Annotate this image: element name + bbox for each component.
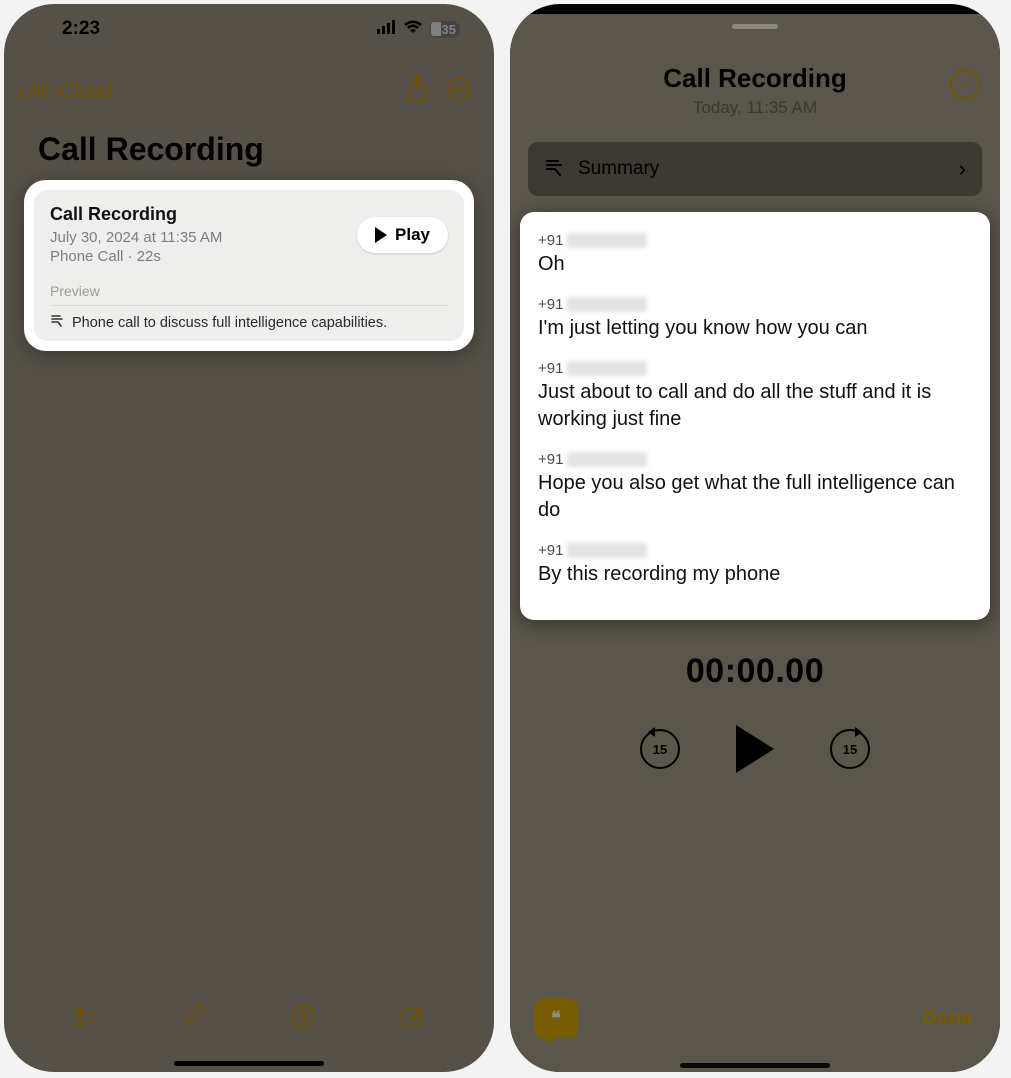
speaker-prefix: +91 <box>538 451 563 468</box>
home-indicator <box>680 1063 830 1068</box>
playback-controls: 15 15 <box>510 725 1000 773</box>
chevron-left-icon: ‹ <box>16 78 25 106</box>
transcript-entry: +91 Oh <box>538 232 972 278</box>
transcript-icon <box>544 157 564 182</box>
back-button[interactable]: ‹ All iCloud <box>16 78 112 106</box>
status-icons: 35 <box>377 18 460 40</box>
transcript-text: Hope you also get what the full intellig… <box>538 470 972 524</box>
transcript-entry: +91 Just about to call and do all the st… <box>538 360 972 433</box>
more-button[interactable]: ⋯ <box>950 69 980 99</box>
sheet-header: Call Recording Today, 11:35 AM ⋯ <box>510 63 1000 118</box>
recording-title: Call Recording <box>50 204 222 225</box>
attachment-icon[interactable] <box>181 1003 209 1036</box>
transcript-text: I'm just letting you know how you can <box>538 315 972 342</box>
preview-text: Phone call to discuss full intelligence … <box>72 315 387 331</box>
redacted-number <box>567 233 647 248</box>
status-time: 2:23 <box>62 18 100 40</box>
transcript-text: Oh <box>538 251 972 278</box>
nav-bar: ‹ All iCloud <box>4 54 494 113</box>
redacted-number <box>567 361 647 376</box>
more-icon[interactable] <box>446 76 472 107</box>
play-button[interactable] <box>736 725 774 773</box>
status-bar: 2:23 35 <box>4 4 494 54</box>
sheet-title: Call Recording <box>510 63 1000 94</box>
nav-actions <box>404 74 472 109</box>
wifi-icon <box>403 18 423 40</box>
redacted-number <box>567 543 647 558</box>
recording-detail-screen: 2:23 35 Call Recording Today, 11:35 AM ⋯… <box>510 4 1000 1072</box>
done-button[interactable]: Done <box>922 1007 972 1030</box>
transcript-text: Just about to call and do all the stuff … <box>538 379 972 433</box>
redacted-number <box>567 452 647 467</box>
compose-icon[interactable] <box>398 1003 426 1036</box>
grab-handle[interactable] <box>732 24 778 29</box>
preview-heading: Preview <box>50 283 448 299</box>
speaker-prefix: +91 <box>538 360 563 377</box>
transcript-entry: +91 By this recording my phone <box>538 542 972 588</box>
chevron-right-icon: › <box>959 156 966 182</box>
speaker-prefix: +91 <box>538 232 563 249</box>
play-icon <box>375 227 387 243</box>
divider <box>50 305 448 306</box>
home-indicator <box>174 1061 324 1066</box>
bottom-bar: ❝ Done <box>510 984 1000 1062</box>
preview-row: Phone call to discuss full intelligence … <box>50 314 448 331</box>
play-button[interactable]: Play <box>357 217 448 253</box>
quote-button[interactable]: ❝ <box>534 998 578 1038</box>
transcript-text: By this recording my phone <box>538 561 972 588</box>
cellular-icon <box>377 18 397 40</box>
skip-forward-15-button[interactable]: 15 <box>830 729 870 769</box>
transcript-panel: +91 Oh +91 I'm just letting you know how… <box>520 212 990 620</box>
share-icon[interactable] <box>404 74 430 109</box>
recording-card-highlight: Call Recording July 30, 2024 at 11:35 AM… <box>24 180 474 351</box>
speaker-prefix: +91 <box>538 542 563 559</box>
playback-time: 00:00.00 <box>510 652 1000 691</box>
recording-meta: Phone Call · 22s <box>50 248 222 265</box>
redacted-number <box>567 297 647 312</box>
recording-datetime: July 30, 2024 at 11:35 AM <box>50 229 222 246</box>
transcript-entry: +91 Hope you also get what the full inte… <box>538 451 972 524</box>
summary-row[interactable]: Summary › <box>528 142 982 196</box>
transcript-icon <box>50 314 64 331</box>
sheet-subtitle: Today, 11:35 AM <box>510 98 1000 118</box>
summary-label: Summary <box>578 158 945 180</box>
speaker-prefix: +91 <box>538 296 563 313</box>
recording-card[interactable]: Call Recording July 30, 2024 at 11:35 AM… <box>34 190 464 341</box>
page-title: Call Recording <box>4 113 494 178</box>
notes-app-screen: 2:23 35 ‹ All iCloud Call Recor <box>4 4 494 1072</box>
play-label: Play <box>395 225 430 245</box>
recording-sheet: Call Recording Today, 11:35 AM ⋯ Summary… <box>510 14 1000 1072</box>
markup-icon[interactable] <box>289 1003 317 1036</box>
transcript-entry: +91 I'm just letting you know how you ca… <box>538 296 972 342</box>
checklist-icon[interactable] <box>72 1003 100 1036</box>
skip-back-15-button[interactable]: 15 <box>640 729 680 769</box>
bottom-toolbar <box>4 991 494 1054</box>
battery-icon: 35 <box>429 21 460 38</box>
back-label: All iCloud <box>27 80 111 103</box>
